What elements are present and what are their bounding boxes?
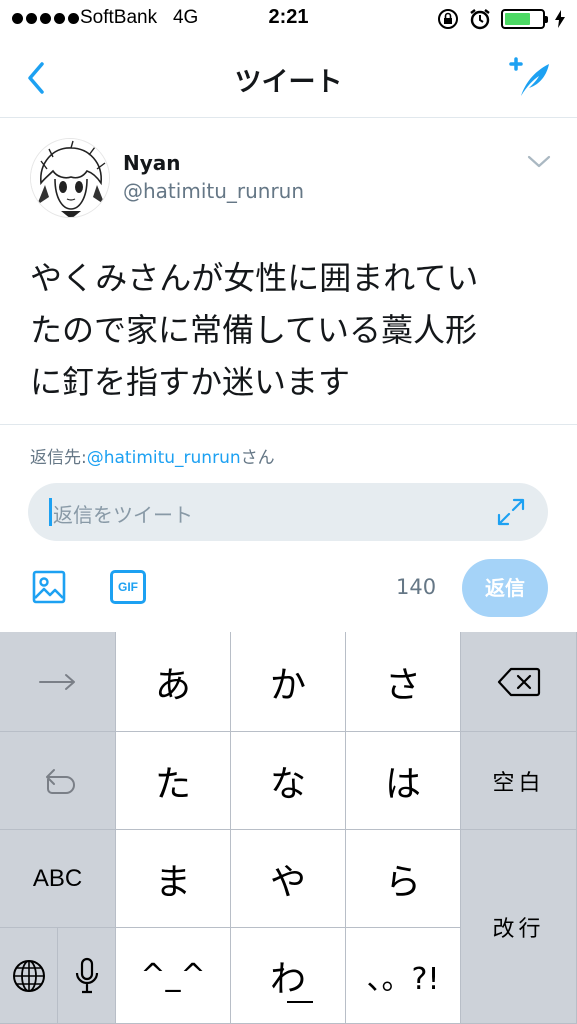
key-undo[interactable]	[0, 732, 116, 830]
key-globe[interactable]	[0, 928, 58, 1024]
key-na[interactable]: な	[231, 732, 346, 830]
key-punctuation-label: 、。?!	[366, 961, 440, 997]
backspace-icon	[497, 667, 540, 696]
reply-to-suffix: さん	[240, 448, 275, 468]
charging-bolt-icon	[555, 10, 565, 28]
undo-icon	[45, 768, 75, 794]
image-icon	[32, 570, 66, 604]
text-cursor	[49, 498, 52, 526]
key-emoticon-label: ^_^	[140, 958, 206, 993]
key-abc[interactable]: ABC	[0, 830, 116, 928]
key-next-arrow[interactable]	[0, 632, 116, 732]
page-title: ツイート	[234, 67, 343, 98]
key-ha[interactable]: は	[346, 732, 461, 830]
reply-to-mention[interactable]: @hatimitu_runrun	[87, 448, 241, 468]
tweet-author-name[interactable]: Nyan	[123, 151, 181, 175]
tweet-text-line: やくみさんが女性に囲まれてい	[30, 259, 479, 297]
tweet-options-button[interactable]	[527, 154, 551, 170]
tweet-text-line: に釘を指すか迷います	[30, 363, 351, 401]
microphone-icon	[75, 957, 98, 993]
key-delete[interactable]	[461, 632, 577, 732]
expand-composer-button[interactable]	[496, 497, 526, 527]
chevron-down-icon	[527, 155, 551, 168]
rotation-lock-icon	[438, 9, 458, 29]
globe-icon	[12, 959, 45, 992]
status-bar: SoftBank 4G 2:21	[0, 0, 577, 38]
key-wa[interactable]: わ	[231, 928, 346, 1024]
compose-tweet-button[interactable]	[507, 54, 555, 102]
key-space[interactable]: 空白	[461, 732, 577, 830]
add-gif-button[interactable]: GIF	[110, 570, 146, 604]
key-return-label: 改行	[492, 916, 545, 942]
status-icons	[437, 8, 565, 30]
keyboard: ABC あ か さ た な は ま や ら ^_^ わ 、。?! 空白 改行	[0, 632, 577, 1024]
alarm-icon	[470, 9, 490, 30]
avatar[interactable]	[30, 138, 110, 218]
key-sa[interactable]: さ	[346, 632, 461, 732]
nav-bar: ツイート	[0, 38, 577, 118]
key-punctuation[interactable]: 、。?!	[346, 928, 461, 1024]
key-ya[interactable]: や	[231, 830, 346, 928]
divider	[0, 424, 577, 425]
reply-input[interactable]: 返信をツイート	[28, 483, 548, 541]
key-return[interactable]: 改行	[461, 830, 577, 1024]
tweet-author-handle[interactable]: @hatimitu_runrun	[123, 179, 304, 203]
key-wa-underline	[286, 1001, 313, 1003]
reply-placeholder: 返信をツイート	[53, 503, 193, 527]
key-a[interactable]: あ	[116, 632, 231, 732]
reply-to-prefix: 返信先:	[30, 448, 87, 468]
key-abc-label: ABC	[32, 864, 83, 892]
key-wa-label: わ	[269, 958, 306, 1000]
add-photo-button[interactable]	[32, 570, 66, 604]
key-ta[interactable]: た	[116, 732, 231, 830]
battery-icon	[501, 9, 548, 29]
key-ra[interactable]: ら	[346, 830, 461, 928]
arrow-right-icon	[38, 673, 75, 690]
tweet-text: やくみさんが女性に囲まれてい たので家に常備している藁人形 に釘を指すか迷います	[30, 252, 550, 408]
reply-submit-button[interactable]: 返信	[462, 559, 548, 617]
avatar-illustration-icon	[31, 139, 109, 217]
compose-feather-icon	[509, 57, 549, 96]
key-ka[interactable]: か	[231, 632, 346, 732]
key-space-label: 空白	[492, 770, 545, 796]
key-microphone[interactable]	[58, 928, 116, 1024]
expand-icon	[497, 498, 525, 526]
character-count: 140	[396, 575, 437, 599]
reply-to-label: 返信先:@hatimitu_runrunさん	[30, 443, 275, 468]
key-emoticon[interactable]: ^_^	[116, 928, 231, 1024]
key-ma[interactable]: ま	[116, 830, 231, 928]
battery-fill	[505, 13, 531, 25]
tweet-text-line: たので家に常備している藁人形	[30, 311, 478, 349]
